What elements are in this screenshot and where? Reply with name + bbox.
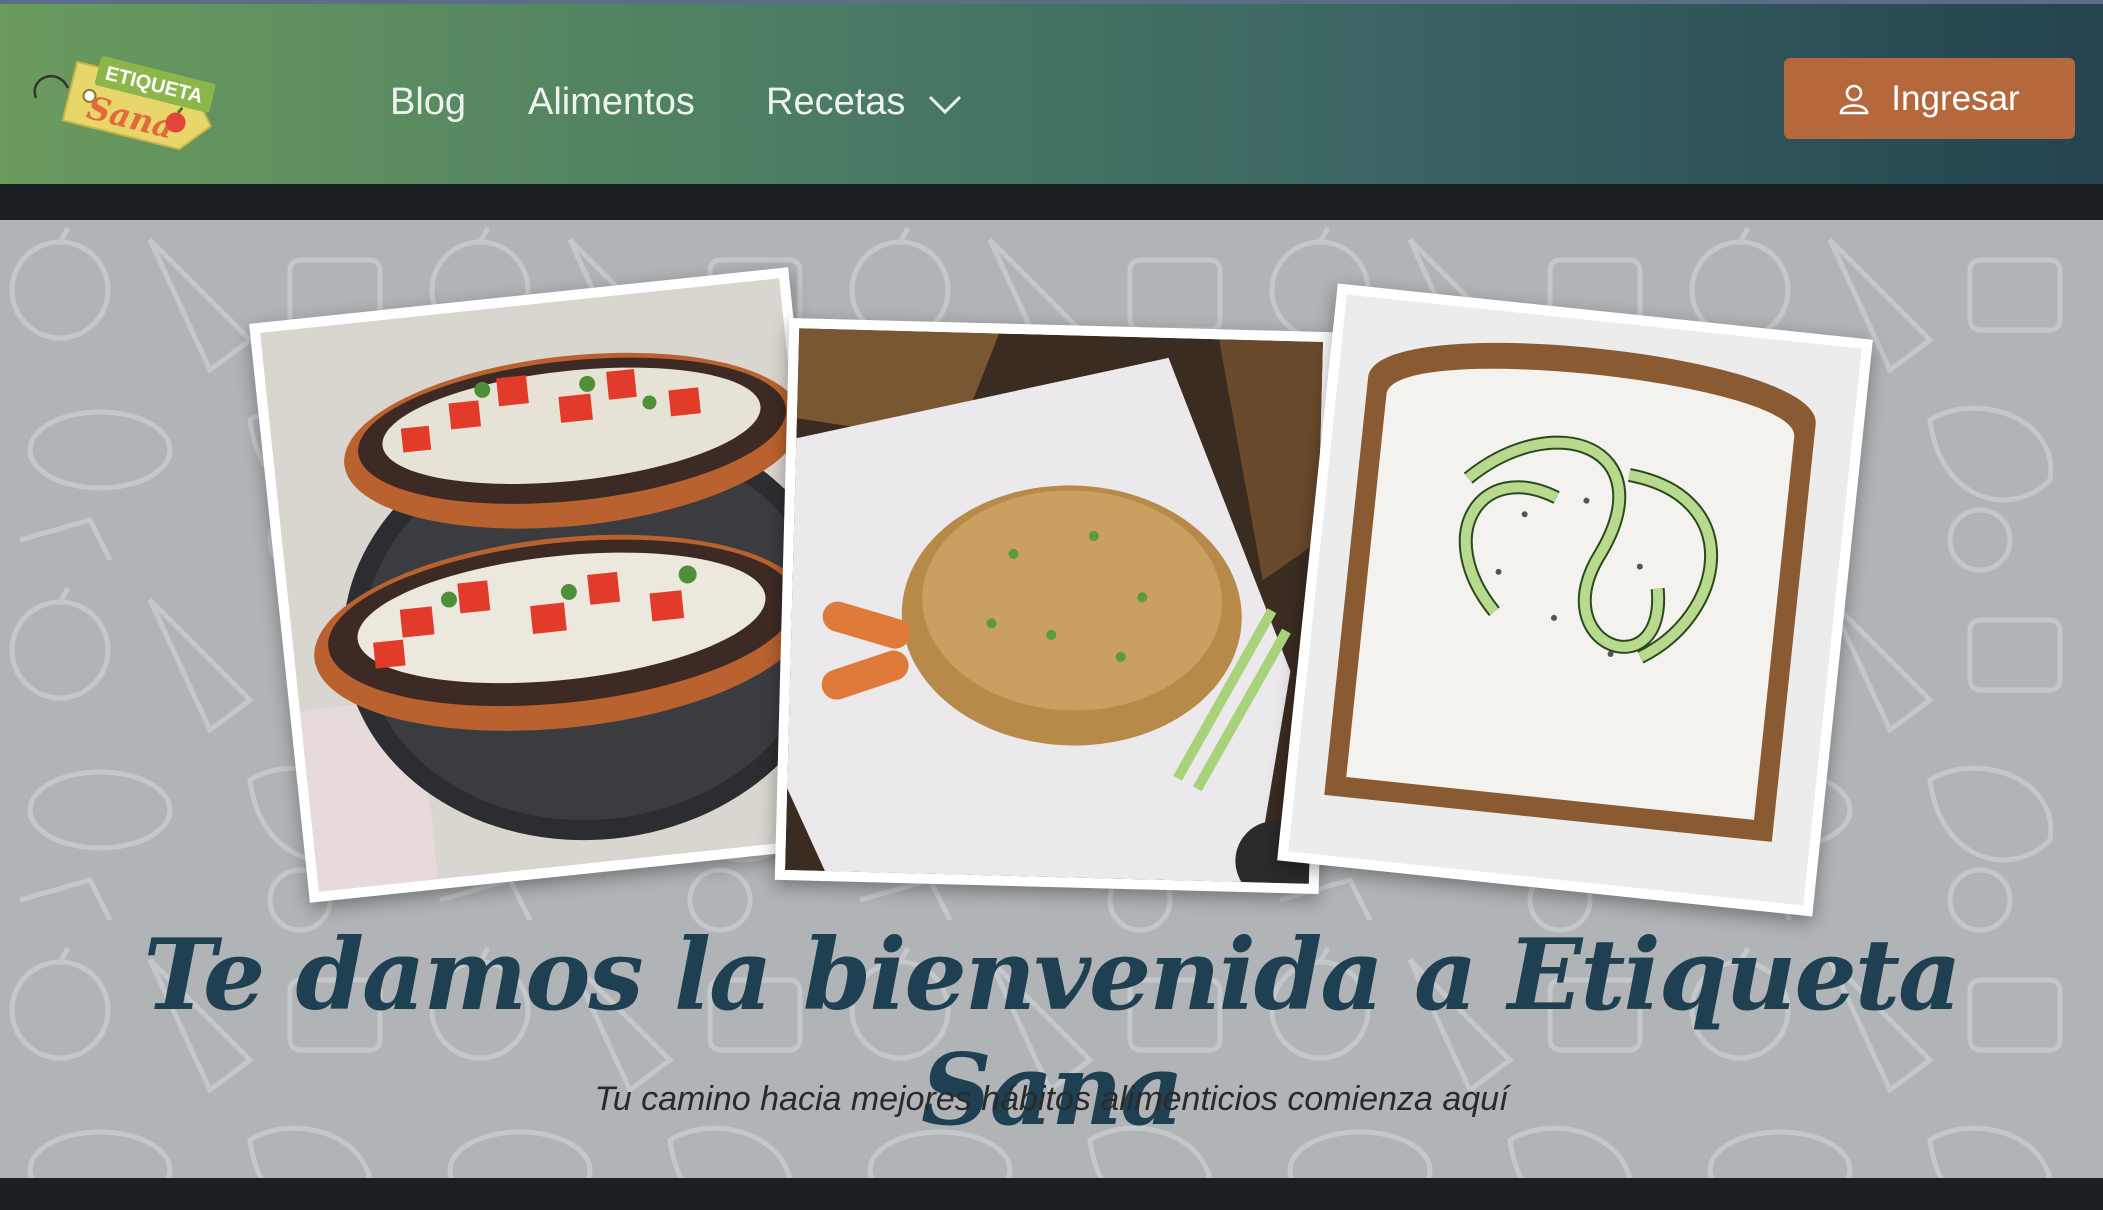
login-button[interactable]: Ingresar [1784,58,2075,139]
footer-divider [0,1178,2103,1210]
nav-link-label: Recetas [766,81,906,123]
nav-link-label: Blog [390,81,467,123]
food-photo-tostada [1277,283,1873,917]
hero-section: Te damos la bienvenida a Etiqueta Sana T… [0,220,2103,1178]
fried-rice-photo-icon [784,328,1324,884]
brand-logo[interactable]: ETIQUETA Sana [28,38,228,178]
molletes-photo-icon [260,278,838,892]
chevron-down-icon [928,76,962,132]
food-photo-arroz [774,317,1334,895]
cucumber-toast-photo-icon [1288,294,1862,906]
hero-subtitle: Tu camino hacia mejores hábitos alimenti… [594,1080,1509,1118]
food-photo-molletes [249,267,849,903]
nav-link-label: Alimentos [528,81,695,123]
navbar: ETIQUETA Sana Blog Alimentos Recetas Ing… [0,4,2103,184]
nav-dropdown-recetas[interactable]: Recetas [766,74,962,132]
user-icon [1839,84,1869,114]
nav-link-alimentos[interactable]: Alimentos [528,74,695,130]
nav-link-blog[interactable]: Blog [390,74,466,130]
login-button-label: Ingresar [1891,78,2020,118]
header-divider [0,184,2103,220]
